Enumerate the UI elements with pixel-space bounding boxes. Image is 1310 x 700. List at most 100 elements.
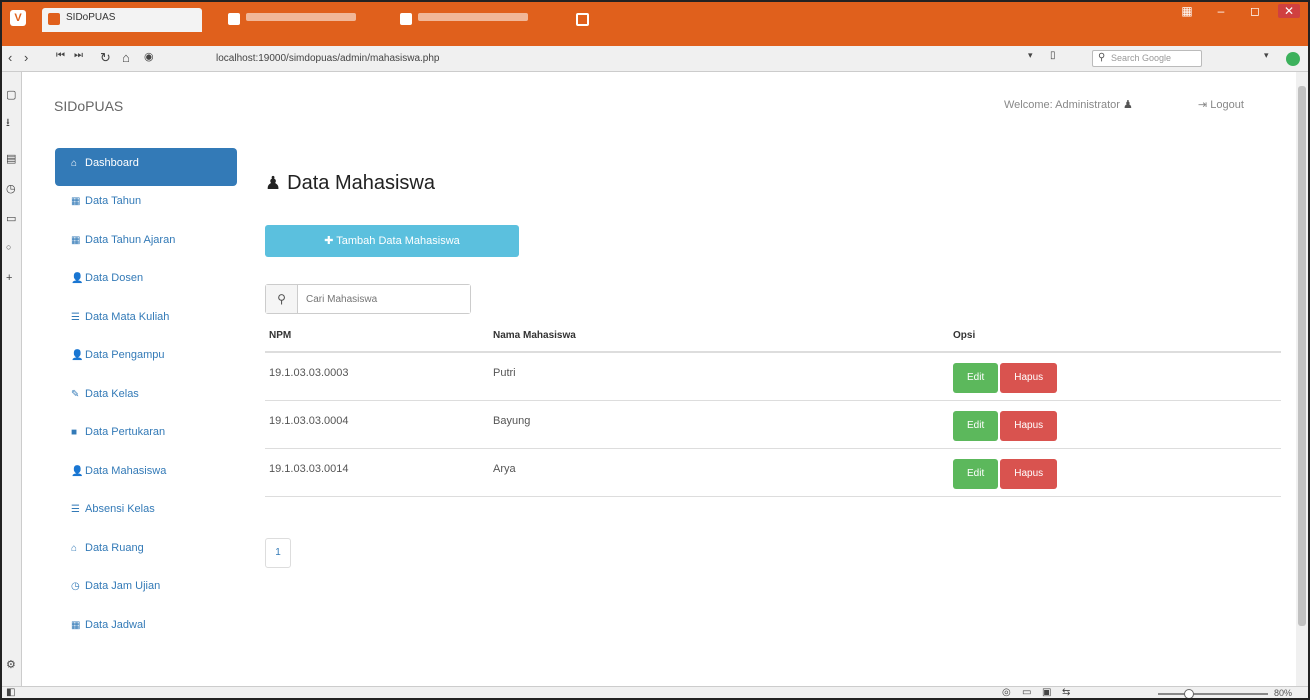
- page-scrollbar[interactable]: [1296, 72, 1308, 686]
- search-engine-icon: ⚲: [1098, 52, 1106, 63]
- rewind-icon[interactable]: ⏮: [56, 50, 65, 61]
- sidebar-item-data-pertukaran[interactable]: ■ Data Pertukaran: [55, 417, 237, 456]
- browser-menu-icon[interactable]: V: [10, 10, 26, 26]
- address-bar: ‹ › ⏮ ⏭ ↻ ⌂ ◉ localhost:19000/simdopuas/…: [2, 46, 1308, 72]
- scrollbar-thumb[interactable]: [1298, 86, 1306, 626]
- sidebar-item-label: Data Jadwal: [85, 618, 146, 631]
- reader-icon[interactable]: ▯: [1050, 50, 1056, 61]
- back-icon[interactable]: ‹: [8, 50, 12, 65]
- url-text[interactable]: localhost:19000/simdopuas/admin/mahasisw…: [216, 53, 439, 64]
- table-icon: ▦: [71, 196, 81, 207]
- home-icon: ⌂: [71, 542, 78, 554]
- edit-button[interactable]: Edit: [953, 363, 999, 393]
- user-icon: ♟: [1123, 99, 1133, 111]
- table-row: 19.1.03.03.0014 Arya Edit Hapus: [265, 448, 1281, 497]
- tab-label: SIDoPUAS: [66, 12, 116, 23]
- square-icon: ■: [71, 427, 78, 438]
- sidebar-item-label: Data Ruang: [85, 541, 144, 554]
- column-header-nama: Nama Mahasiswa: [489, 320, 949, 353]
- user-icon: ♟: [265, 173, 282, 193]
- zoom-slider-handle[interactable]: [1184, 689, 1194, 698]
- sidebar-item-label: Data Pertukaran: [85, 426, 166, 438]
- nama-cell: Bayung: [489, 400, 949, 449]
- column-header-opsi: Opsi: [949, 320, 1281, 353]
- sidebar-item-data-tahun-ajaran[interactable]: ▦ Data Tahun Ajaran: [55, 225, 237, 264]
- downloads-icon[interactable]: ⭳: [6, 114, 10, 133]
- window-menu-icon[interactable]: ▦: [1176, 4, 1198, 18]
- window-controls: ▦ – ◻ ✕: [1176, 4, 1300, 18]
- maximize-icon[interactable]: ◻: [1244, 4, 1266, 18]
- sidebar-item-data-jadwal[interactable]: ▦ Data Jadwal: [55, 610, 237, 649]
- tab-favicon-icon: [228, 13, 240, 25]
- table-row: 19.1.03.03.0004 Bayung Edit Hapus: [265, 400, 1281, 449]
- brand-logo[interactable]: SIDoPUAS: [54, 98, 123, 114]
- delete-button[interactable]: Hapus: [1000, 410, 1058, 441]
- fast-forward-icon[interactable]: ⏭: [74, 50, 83, 61]
- tab-favicon-icon: [400, 13, 412, 25]
- logout-icon: ⇥: [1198, 99, 1208, 111]
- panel-toggle-icon[interactable]: ◧: [6, 687, 15, 698]
- tab-active[interactable]: SIDoPUAS: [42, 8, 202, 32]
- sidebar-item-dashboard[interactable]: ⌂ Dashboard: [55, 148, 237, 186]
- camera-icon[interactable]: ◎: [1002, 687, 1011, 698]
- new-tab-icon[interactable]: [576, 13, 589, 26]
- sync-icon[interactable]: ⇆: [1062, 687, 1070, 698]
- minimize-icon[interactable]: –: [1210, 4, 1232, 18]
- user-icon: 👤: [71, 350, 84, 361]
- notes-icon[interactable]: ▤: [6, 152, 16, 165]
- sidebar-item-label: Data Tahun: [85, 195, 142, 207]
- logout-link[interactable]: ⇥ Logout: [1198, 98, 1244, 111]
- forward-icon[interactable]: ›: [24, 50, 28, 65]
- edit-button[interactable]: Edit: [953, 458, 999, 489]
- add-panel-icon[interactable]: +: [6, 272, 12, 284]
- pagination-page-1[interactable]: 1: [265, 538, 291, 568]
- sidebar-item-data-mahasiswa[interactable]: 👤 Data Mahasiswa: [55, 456, 237, 495]
- reload-icon[interactable]: ↻: [100, 50, 111, 66]
- plus-icon: ✚: [324, 235, 334, 247]
- sidebar-item-data-tahun[interactable]: ▦ Data Tahun: [55, 186, 237, 225]
- bookmark-icon[interactable]: ▾: [1028, 50, 1033, 61]
- pencil-icon: ✎: [71, 388, 80, 400]
- history-icon[interactable]: ◷: [6, 182, 16, 195]
- tab-inactive-2[interactable]: [394, 8, 554, 32]
- site-info-icon[interactable]: ◉: [144, 50, 154, 63]
- user-icon: 👤: [71, 465, 84, 477]
- settings-icon[interactable]: ⚙: [6, 658, 16, 671]
- tab-label-blurred: [246, 13, 356, 22]
- search-icon: ⚲: [266, 285, 298, 313]
- home-icon[interactable]: ⌂: [122, 50, 130, 65]
- add-mahasiswa-button[interactable]: ✚ Tambah Data Mahasiswa: [265, 225, 519, 257]
- sidebar-item-data-ruang[interactable]: ⌂ Data Ruang: [55, 533, 237, 572]
- browser-search-input[interactable]: ⚲ Search Google: [1092, 50, 1202, 67]
- user-icon: 👤: [71, 273, 84, 284]
- image-toggle-icon[interactable]: ▣: [1042, 687, 1051, 698]
- dropdown-icon[interactable]: ▾: [1264, 50, 1269, 61]
- search-input[interactable]: [298, 285, 470, 313]
- tile-icon[interactable]: ▭: [1022, 687, 1031, 698]
- edit-button[interactable]: Edit: [953, 410, 999, 441]
- extension-icon[interactable]: [1286, 52, 1300, 66]
- sidebar-nav: ⌂ Dashboard ▦ Data Tahun ▦ Data Tahun Ajaran 👤…: [55, 148, 237, 648]
- window-panel-icon[interactable]: ▭: [6, 212, 16, 225]
- delete-button[interactable]: Hapus: [1000, 363, 1058, 393]
- zoom-level[interactable]: 80%: [1274, 688, 1292, 698]
- sidebar-item-data-mata-kuliah[interactable]: ☰ Data Mata Kuliah: [55, 302, 237, 341]
- sidebar-item-data-dosen[interactable]: 👤 Data Dosen: [55, 263, 237, 302]
- sidebar-item-data-kelas[interactable]: ✎ Data Kelas: [55, 379, 237, 418]
- zoom-slider[interactable]: [1158, 693, 1268, 695]
- table-row: 19.1.03.03.0003 Putri Edit Hapus: [265, 352, 1281, 401]
- delete-button[interactable]: Hapus: [1000, 458, 1058, 489]
- sidebar-item-label: Data Mata Kuliah: [85, 310, 170, 323]
- sidebar-item-label: Data Tahun Ajaran: [85, 233, 176, 246]
- sidebar-item-absensi-kelas[interactable]: ☰ Absensi Kelas: [55, 494, 237, 533]
- npm-cell: 19.1.03.03.0003: [265, 352, 489, 401]
- info-icon[interactable]: ○: [6, 242, 11, 252]
- close-icon[interactable]: ✕: [1278, 4, 1300, 18]
- bookmarks-panel-icon[interactable]: ▢: [6, 88, 16, 101]
- sidebar-item-data-pengampu[interactable]: 👤 Data Pengampu: [55, 340, 237, 379]
- welcome-text: Welcome: Administrator ♟: [1004, 99, 1133, 111]
- column-header-npm: NPM: [265, 320, 489, 353]
- npm-cell: 19.1.03.03.0004: [265, 400, 489, 449]
- tab-inactive-1[interactable]: [222, 8, 382, 32]
- sidebar-item-data-jam-ujian[interactable]: ◷ Data Jam Ujian: [55, 571, 237, 610]
